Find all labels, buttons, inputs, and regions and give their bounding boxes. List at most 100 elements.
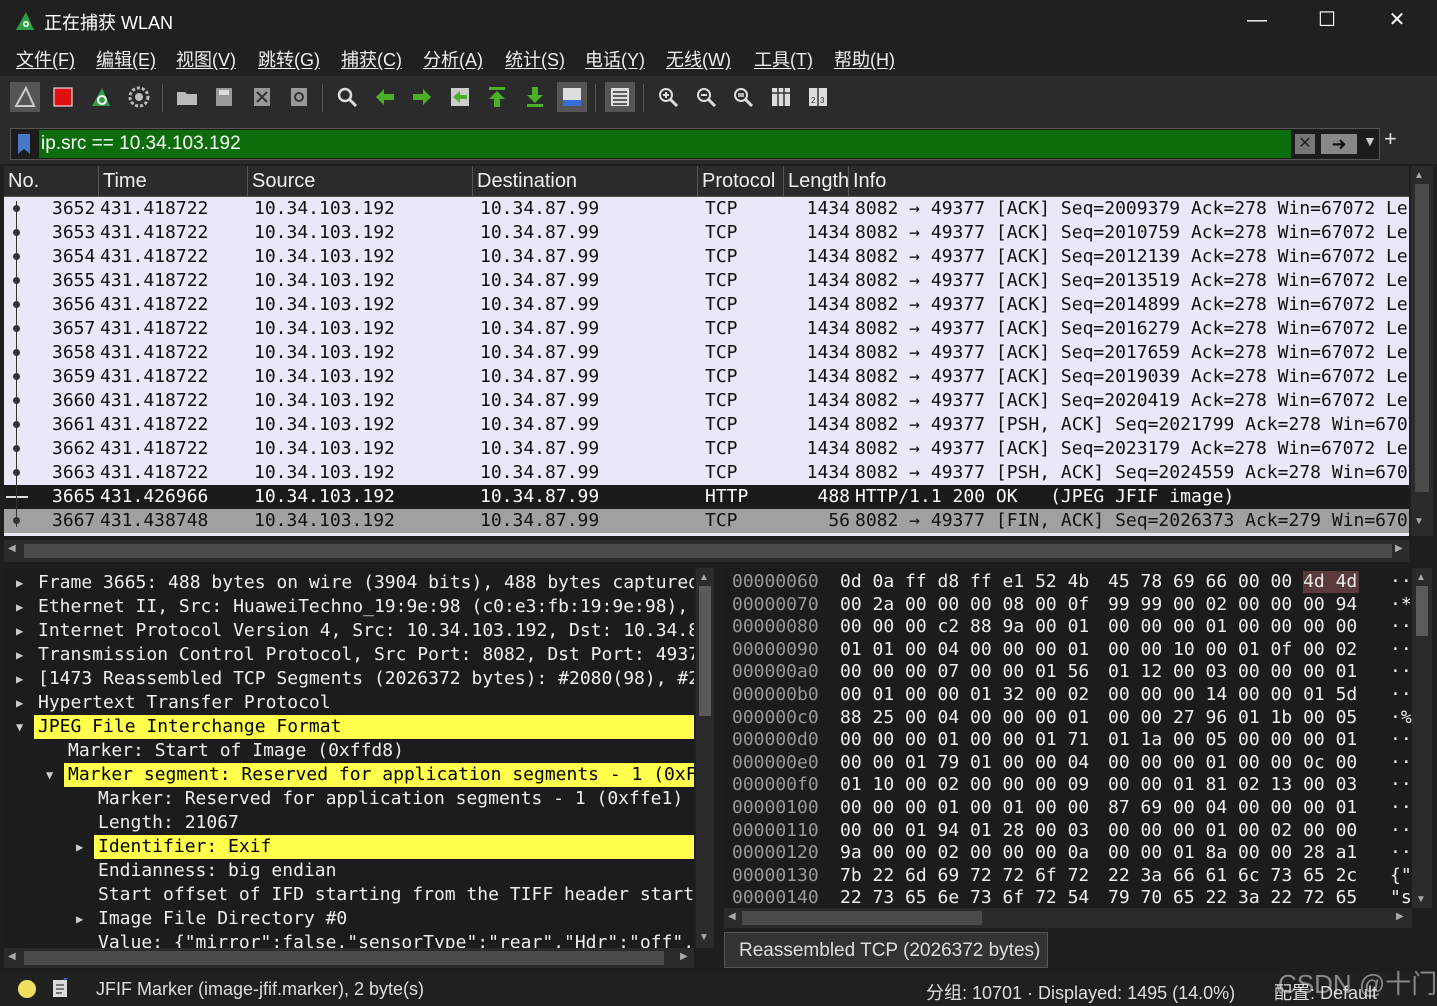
conversation-columns-icon[interactable]: 23 <box>803 82 833 112</box>
detail-tree-item[interactable]: Frame 3665: 488 bytes on wire (3904 bits… <box>34 571 694 595</box>
expand-chevron-down-icon[interactable]: ▼ <box>16 720 23 734</box>
detail-tree-item[interactable]: JPEG File Interchange Format <box>34 715 694 739</box>
ascii-dump[interactable]: ·· <box>1390 729 1412 752</box>
collapse-chevron-right-icon[interactable]: ▶ <box>16 672 23 686</box>
hex-bytes-group[interactable]: 01 01 00 04 00 00 00 01 <box>840 639 1089 662</box>
packet-row[interactable]: 3657 431.418722 10.34.103.192 10.34.87.99 TC… <box>4 317 1409 341</box>
normal-size-icon[interactable] <box>728 82 758 112</box>
close-file-icon[interactable] <box>247 82 277 112</box>
column-time[interactable]: Time <box>99 166 248 196</box>
details-vertical-scrollbar[interactable]: ▲ ▼ <box>696 568 714 948</box>
hex-bytes-group[interactable]: 00 00 10 00 01 0f 00 02 <box>1108 639 1357 662</box>
detail-tree-item[interactable]: Marker: Reserved for application segment… <box>94 787 683 811</box>
hex-bytes-group[interactable]: 00 01 00 00 01 32 00 02 <box>840 684 1089 707</box>
go-first-packet-icon[interactable] <box>482 82 512 112</box>
byte-offset[interactable]: 00000100 <box>732 797 819 820</box>
ascii-dump[interactable]: {" <box>1390 865 1412 888</box>
packet-list-horizontal-scrollbar[interactable]: ◀ ▶ <box>4 540 1409 562</box>
detail-tree-item[interactable]: Marker: Start of Image (0xffd8) <box>64 739 404 763</box>
byte-offset[interactable]: 000000f0 <box>732 774 819 797</box>
hex-bytes-group[interactable]: 7b 22 6d 69 72 72 6f 72 <box>840 865 1089 888</box>
go-forward-arrow-icon[interactable] <box>407 82 437 112</box>
packet-row[interactable]: 3653 431.418722 10.34.103.192 10.34.87.99 TC… <box>4 221 1409 245</box>
save-file-icon[interactable] <box>209 82 239 112</box>
hex-bytes-group[interactable]: 9a 00 00 02 00 00 00 0a <box>840 842 1089 865</box>
stop-capture-icon[interactable] <box>48 82 78 112</box>
byte-offset[interactable]: 00000070 <box>732 594 819 617</box>
bytes-vertical-scrollbar[interactable]: ▲ ▼ <box>1412 568 1432 908</box>
hex-bytes-group[interactable]: 00 00 00 01 00 00 01 71 <box>840 729 1089 752</box>
detail-tree-item[interactable]: Endianness: big endian <box>94 859 336 883</box>
packet-row[interactable]: 3667 431.438748 10.34.103.192 10.34.87.99 TC… <box>4 509 1409 533</box>
column-info[interactable]: Info <box>849 166 1409 196</box>
collapse-chevron-right-icon[interactable]: ▶ <box>16 600 23 614</box>
byte-offset[interactable]: 000000e0 <box>732 752 819 775</box>
capture-comment-note-icon[interactable] <box>52 978 70 998</box>
go-back-arrow-icon[interactable] <box>370 82 400 112</box>
menu-statistics[interactable]: 统计(S) <box>505 46 565 72</box>
hex-bytes-group[interactable]: 01 10 00 02 00 00 00 09 <box>840 774 1089 797</box>
hex-bytes-group[interactable]: 00 2a 00 00 00 08 00 0f <box>840 594 1089 617</box>
menu-go[interactable]: 跳转(G) <box>258 46 320 72</box>
menu-capture[interactable]: 捕获(C) <box>341 46 402 72</box>
hex-bytes-group[interactable]: 00 00 00 14 00 00 01 5d <box>1108 684 1357 707</box>
byte-offset[interactable]: 000000d0 <box>732 729 819 752</box>
find-packet-search-icon[interactable] <box>332 82 362 112</box>
ascii-dump[interactable]: ·· <box>1390 797 1412 820</box>
column-length[interactable]: Length <box>784 166 849 196</box>
start-capture-icon[interactable] <box>10 82 40 112</box>
capture-options-gear-icon[interactable] <box>124 82 154 112</box>
collapse-chevron-right-icon[interactable]: ▶ <box>16 696 23 710</box>
detail-tree-item[interactable]: Image File Directory #0 <box>94 907 347 931</box>
expert-info-indicator-icon[interactable] <box>18 980 36 998</box>
packet-row[interactable]: 3660 431.418722 10.34.103.192 10.34.87.99 TC… <box>4 389 1409 413</box>
bookmark-icon[interactable] <box>15 133 33 155</box>
open-file-folder-icon[interactable] <box>172 82 202 112</box>
hex-bytes-group[interactable]: 22 73 65 6e 73 6f 72 54 <box>840 887 1089 908</box>
hex-bytes-group[interactable]: 00 00 00 01 00 00 00 00 <box>1108 616 1357 639</box>
hex-bytes-group[interactable]: 88 25 00 04 00 00 00 01 <box>840 707 1089 730</box>
hex-bytes-group[interactable]: 00 00 00 01 00 00 0c 00 <box>1108 752 1357 775</box>
ascii-dump[interactable]: ·· <box>1390 820 1412 843</box>
display-filter-input[interactable] <box>39 130 1291 158</box>
collapse-chevron-right-icon[interactable]: ▶ <box>16 576 23 590</box>
collapse-chevron-right-icon[interactable]: ▶ <box>76 840 83 854</box>
bytes-horizontal-scrollbar[interactable]: ◀ ▶ <box>724 908 1412 928</box>
packet-row[interactable]: 3665 431.426966 10.34.103.192 10.34.87.99 HT… <box>4 485 1409 509</box>
packet-row[interactable]: 3652 431.418722 10.34.103.192 10.34.87.99 TC… <box>4 197 1409 221</box>
packet-row[interactable]: 3663 431.418722 10.34.103.192 10.34.87.99 TC… <box>4 461 1409 485</box>
byte-offset[interactable]: 000000c0 <box>732 707 819 730</box>
expand-chevron-down-icon[interactable]: ▼ <box>46 768 53 782</box>
hex-bytes-group[interactable]: 00 00 01 94 01 28 00 03 <box>840 820 1089 843</box>
ascii-dump[interactable]: ·· <box>1390 684 1412 707</box>
detail-tree-item[interactable]: Identifier: Exif <box>94 835 694 859</box>
minimize-button[interactable]: — <box>1237 6 1277 34</box>
reload-file-icon[interactable] <box>284 82 314 112</box>
hex-bytes-group[interactable]: 22 3a 66 61 6c 73 65 2c <box>1108 865 1357 888</box>
menu-tools[interactable]: 工具(T) <box>754 46 813 72</box>
byte-offset[interactable]: 00000090 <box>732 639 819 662</box>
detail-tree-item[interactable]: Hypertext Transfer Protocol <box>34 691 331 715</box>
byte-offset[interactable]: 000000b0 <box>732 684 819 707</box>
ascii-dump[interactable]: ·· <box>1390 661 1412 684</box>
hex-bytes-group[interactable]: 00 00 00 07 00 00 01 56 <box>840 661 1089 684</box>
collapse-chevron-right-icon[interactable]: ▶ <box>16 648 23 662</box>
menu-telephony[interactable]: 电话(Y) <box>585 46 645 72</box>
details-horizontal-scrollbar[interactable]: ◀ ▶ <box>4 948 694 968</box>
menu-wireless[interactable]: 无线(W) <box>666 46 731 72</box>
ascii-dump[interactable]: ·· <box>1390 774 1412 797</box>
menu-edit[interactable]: 编辑(E) <box>96 46 156 72</box>
zoom-out-icon[interactable] <box>691 82 721 112</box>
hex-bytes-group[interactable]: 79 70 65 22 3a 22 72 65 <box>1108 887 1357 908</box>
go-last-packet-icon[interactable] <box>520 82 550 112</box>
column-destination[interactable]: Destination <box>473 166 698 196</box>
hex-bytes-group[interactable]: 00 00 01 81 02 13 00 03 <box>1108 774 1357 797</box>
packet-row[interactable]: 3662 431.418722 10.34.103.192 10.34.87.99 TC… <box>4 437 1409 461</box>
ascii-dump[interactable]: ·· <box>1390 616 1412 639</box>
packet-row[interactable]: 3658 431.418722 10.34.103.192 10.34.87.99 TC… <box>4 341 1409 365</box>
detail-tree-item[interactable]: Length: 21067 <box>94 811 239 835</box>
byte-offset[interactable]: 00000140 <box>732 887 819 908</box>
restart-capture-icon[interactable] <box>86 82 116 112</box>
byte-offset[interactable]: 00000080 <box>732 616 819 639</box>
column-protocol[interactable]: Protocol <box>698 166 784 196</box>
